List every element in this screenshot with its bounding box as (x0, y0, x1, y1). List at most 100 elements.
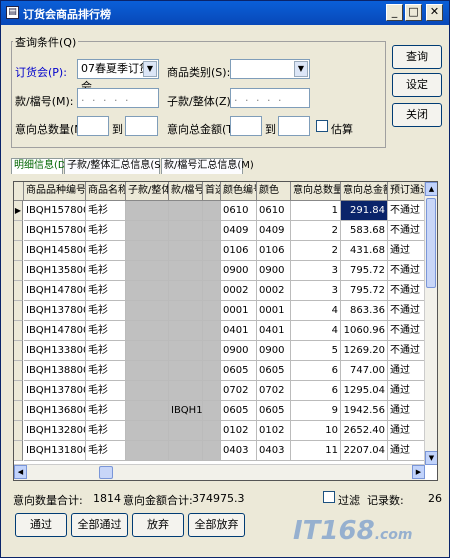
table-cell[interactable] (169, 241, 203, 261)
row-header[interactable] (14, 241, 23, 261)
table-cell[interactable] (126, 261, 169, 281)
table-cell[interactable]: 431.68 (341, 241, 388, 261)
table-cell[interactable]: 2 (291, 241, 341, 261)
column-header[interactable]: 颜色 (257, 182, 291, 201)
vertical-scrollbar[interactable]: ▲ ▼ (424, 182, 437, 465)
table-row[interactable]: IBQH1578001毛衫040904092583.68不通过 (14, 221, 434, 241)
table-cell[interactable] (169, 361, 203, 381)
table-cell[interactable]: 毛衫 (86, 361, 126, 381)
intent-qty-max-input[interactable] (125, 116, 158, 136)
intent-qty-min-input[interactable] (77, 116, 109, 136)
table-cell[interactable] (169, 301, 203, 321)
table-cell[interactable]: 6 (291, 361, 341, 381)
table-cell[interactable]: IBQH1358001 (24, 261, 86, 281)
table-row[interactable]: IBQH1338001毛衫0900090051269.20不通过 (14, 341, 434, 361)
estimate-checkbox[interactable] (316, 120, 328, 132)
table-cell[interactable]: IBQH1458001 (24, 241, 86, 261)
table-cell[interactable]: 0403 (221, 441, 257, 461)
intent-amount-max-input[interactable] (278, 116, 310, 136)
filter-checkbox[interactable] (323, 491, 335, 503)
table-cell[interactable]: IBQH1478001 (24, 281, 86, 301)
row-header[interactable] (14, 261, 23, 281)
table-cell[interactable] (126, 281, 169, 301)
row-header[interactable] (14, 321, 23, 341)
column-header[interactable]: 商品品种编号 (24, 182, 86, 201)
table-cell[interactable] (126, 221, 169, 241)
close-dialog-button[interactable]: 关闭 (392, 103, 442, 127)
table-cell[interactable]: 1 (291, 201, 341, 221)
table-cell[interactable]: 毛衫 (86, 441, 126, 461)
table-cell[interactable]: 0001 (221, 301, 257, 321)
table-cell[interactable]: 毛衫 (86, 421, 126, 441)
row-header[interactable] (14, 381, 23, 401)
table-cell[interactable]: 0610 (221, 201, 257, 221)
table-row[interactable]: IBQH1388001毛衫060506056747.00通过 (14, 361, 434, 381)
table-cell[interactable]: 0001 (257, 301, 291, 321)
table-cell[interactable]: 2 (291, 221, 341, 241)
row-header[interactable] (14, 301, 23, 321)
column-header[interactable]: 意向总数量 (291, 182, 341, 201)
scroll-down-icon[interactable]: ▼ (425, 451, 437, 465)
table-cell[interactable]: 747.00 (341, 361, 388, 381)
table-cell[interactable] (126, 201, 169, 221)
tab-style-summary[interactable]: 款/檔号汇总信息(M) (161, 158, 254, 174)
table-cell[interactable]: 4 (291, 321, 341, 341)
row-header[interactable] (14, 361, 23, 381)
table-cell[interactable]: 3 (291, 281, 341, 301)
tab-substyle-summary[interactable]: 子款/整体汇总信息(S) (64, 158, 165, 174)
table-cell[interactable]: 11 (291, 441, 341, 461)
column-header[interactable]: 意向总金额 (341, 182, 388, 201)
table-cell[interactable]: 10 (291, 421, 341, 441)
table-cell[interactable]: 0702 (257, 381, 291, 401)
column-header[interactable]: 款/檔号 (169, 182, 203, 201)
table-cell[interactable] (203, 301, 221, 321)
table-cell[interactable]: IBQH1328001 (24, 421, 86, 441)
sub-style-input[interactable]: . . . . . (230, 88, 310, 108)
table-cell[interactable]: 0610 (257, 201, 291, 221)
table-row[interactable]: IBQH1478001毛衫000200023795.72不通过 (14, 281, 434, 301)
table-cell[interactable]: 毛衫 (86, 281, 126, 301)
table-row[interactable]: IBQH1318001毛衫04030403112207.04通过 (14, 441, 434, 461)
table-cell[interactable]: 0401 (257, 321, 291, 341)
vertical-scroll-thumb[interactable] (426, 198, 436, 288)
table-cell[interactable] (169, 441, 203, 461)
table-cell[interactable] (203, 321, 221, 341)
table-cell[interactable] (169, 221, 203, 241)
table-cell[interactable] (126, 301, 169, 321)
style-no-input[interactable]: . . . . . (77, 88, 159, 108)
table-cell[interactable]: IBQH1378001 (24, 301, 86, 321)
table-cell[interactable]: IBQH1338001 (24, 341, 86, 361)
table-cell[interactable]: 1269.20 (341, 341, 388, 361)
column-header[interactable]: 子款/整体 (126, 182, 169, 201)
table-row[interactable]: IBQH1328001毛衫01020102102652.40通过 (14, 421, 434, 441)
current-row-indicator-icon[interactable]: ▶ (14, 201, 23, 221)
table-cell[interactable]: 0900 (257, 341, 291, 361)
table-cell[interactable]: 毛衫 (86, 241, 126, 261)
tab-detail[interactable]: 明细信息(D) (11, 158, 70, 174)
table-cell[interactable]: IBQH1578001 (24, 201, 86, 221)
table-cell[interactable] (169, 201, 203, 221)
table-cell[interactable]: IBQH1578001 (24, 221, 86, 241)
table-cell[interactable] (203, 221, 221, 241)
table-cell[interactable]: 0102 (257, 421, 291, 441)
table-cell[interactable]: IBQH1478001 (24, 321, 86, 341)
chevron-down-icon[interactable]: ▼ (294, 61, 308, 77)
row-header[interactable] (14, 421, 23, 441)
table-cell[interactable] (169, 421, 203, 441)
column-header[interactable]: 首选 (203, 182, 221, 201)
table-cell[interactable]: 0401 (221, 321, 257, 341)
table-cell[interactable]: 0106 (221, 241, 257, 261)
table-cell[interactable]: 0605 (257, 401, 291, 421)
table-cell[interactable]: 3 (291, 261, 341, 281)
column-header[interactable]: 颜色编号 (221, 182, 257, 201)
table-cell[interactable] (126, 361, 169, 381)
table-cell[interactable]: 0605 (221, 401, 257, 421)
table-row[interactable]: ▶IBQH1578001毛衫061006101291.84不通过 (14, 201, 434, 221)
table-cell[interactable]: IBQH1388001 (24, 361, 86, 381)
scroll-up-icon[interactable]: ▲ (425, 182, 437, 196)
horizontal-scrollbar[interactable]: ◀ ▶ (14, 464, 425, 480)
row-header[interactable] (14, 401, 23, 421)
column-header[interactable]: 商品名称 (86, 182, 126, 201)
table-cell[interactable]: 毛衫 (86, 261, 126, 281)
table-cell[interactable]: 毛衫 (86, 301, 126, 321)
